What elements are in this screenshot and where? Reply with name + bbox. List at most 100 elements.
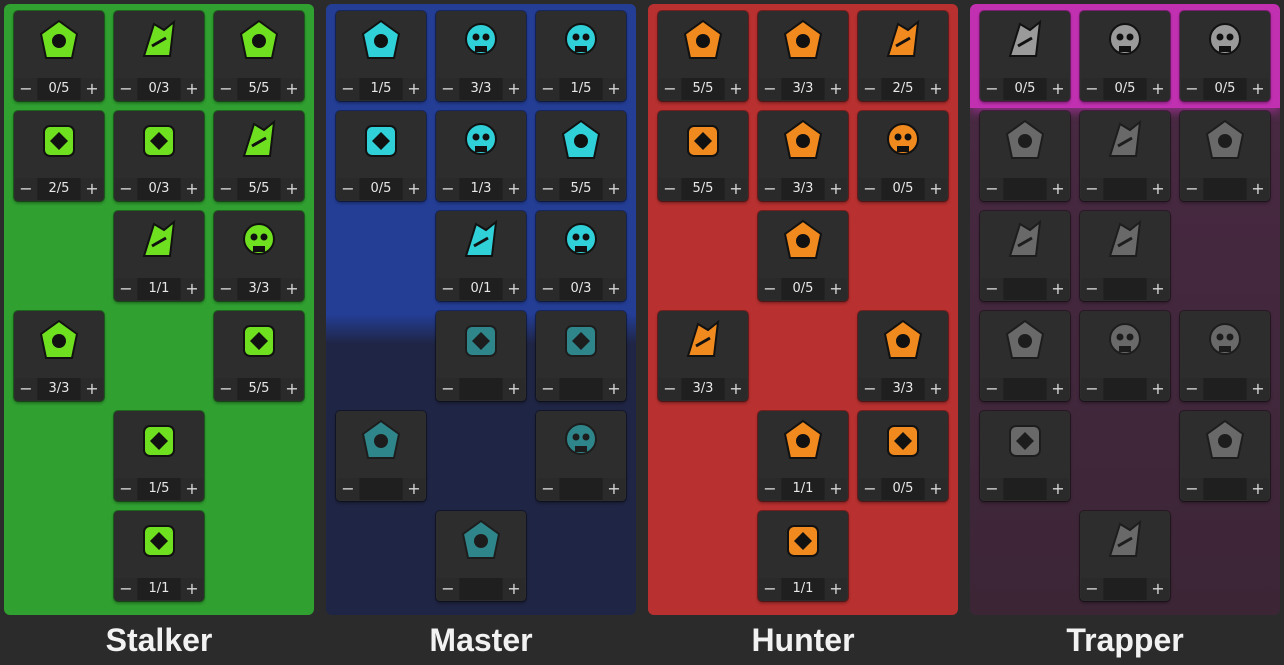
decrease-button[interactable]: − xyxy=(659,78,681,100)
decrease-button[interactable]: − xyxy=(115,478,137,500)
increase-button[interactable]: + xyxy=(925,178,947,200)
increase-button[interactable]: + xyxy=(603,378,625,400)
decrease-button[interactable]: − xyxy=(981,278,1003,300)
increase-button[interactable]: + xyxy=(81,78,103,100)
increase-button[interactable]: + xyxy=(403,478,425,500)
increase-button[interactable]: + xyxy=(1047,378,1069,400)
increase-button[interactable]: + xyxy=(1047,78,1069,100)
increase-button[interactable]: + xyxy=(603,478,625,500)
increase-button[interactable]: + xyxy=(1247,78,1269,100)
decrease-button[interactable]: − xyxy=(537,78,559,100)
increase-button[interactable]: + xyxy=(181,178,203,200)
decrease-button[interactable]: − xyxy=(1081,178,1103,200)
decrease-button[interactable]: − xyxy=(981,378,1003,400)
increase-button[interactable]: + xyxy=(725,178,747,200)
decrease-button[interactable]: − xyxy=(981,478,1003,500)
increase-button[interactable]: + xyxy=(181,478,203,500)
decrease-button[interactable]: − xyxy=(1181,378,1203,400)
decrease-button[interactable]: − xyxy=(437,178,459,200)
increase-button[interactable]: + xyxy=(725,378,747,400)
increase-button[interactable]: + xyxy=(603,78,625,100)
increase-button[interactable]: + xyxy=(1147,378,1169,400)
increase-button[interactable]: + xyxy=(1147,578,1169,600)
increase-button[interactable]: + xyxy=(825,178,847,200)
increase-button[interactable]: + xyxy=(403,78,425,100)
increase-button[interactable]: + xyxy=(925,378,947,400)
increase-button[interactable]: + xyxy=(925,78,947,100)
increase-button[interactable]: + xyxy=(81,378,103,400)
decrease-button[interactable]: − xyxy=(437,278,459,300)
increase-button[interactable]: + xyxy=(503,78,525,100)
decrease-button[interactable]: − xyxy=(1181,78,1203,100)
increase-button[interactable]: + xyxy=(825,478,847,500)
increase-button[interactable]: + xyxy=(1247,478,1269,500)
increase-button[interactable]: + xyxy=(181,78,203,100)
increase-button[interactable]: + xyxy=(1147,78,1169,100)
increase-button[interactable]: + xyxy=(181,278,203,300)
increase-button[interactable]: + xyxy=(825,578,847,600)
decrease-button[interactable]: − xyxy=(537,378,559,400)
decrease-button[interactable]: − xyxy=(859,378,881,400)
decrease-button[interactable]: − xyxy=(215,178,237,200)
decrease-button[interactable]: − xyxy=(859,78,881,100)
decrease-button[interactable]: − xyxy=(15,178,37,200)
decrease-button[interactable]: − xyxy=(115,278,137,300)
decrease-button[interactable]: − xyxy=(759,478,781,500)
decrease-button[interactable]: − xyxy=(437,378,459,400)
decrease-button[interactable]: − xyxy=(859,178,881,200)
decrease-button[interactable]: − xyxy=(759,578,781,600)
increase-button[interactable]: + xyxy=(281,378,303,400)
increase-button[interactable]: + xyxy=(603,178,625,200)
decrease-button[interactable]: − xyxy=(115,78,137,100)
decrease-button[interactable]: − xyxy=(337,178,359,200)
decrease-button[interactable]: − xyxy=(1181,178,1203,200)
decrease-button[interactable]: − xyxy=(759,78,781,100)
increase-button[interactable]: + xyxy=(181,578,203,600)
decrease-button[interactable]: − xyxy=(1081,578,1103,600)
increase-button[interactable]: + xyxy=(503,278,525,300)
increase-button[interactable]: + xyxy=(1047,178,1069,200)
decrease-button[interactable]: − xyxy=(337,478,359,500)
increase-button[interactable]: + xyxy=(281,78,303,100)
increase-button[interactable]: + xyxy=(81,178,103,200)
decrease-button[interactable]: − xyxy=(437,78,459,100)
increase-button[interactable]: + xyxy=(1147,178,1169,200)
increase-button[interactable]: + xyxy=(1247,378,1269,400)
decrease-button[interactable]: − xyxy=(1081,78,1103,100)
increase-button[interactable]: + xyxy=(503,578,525,600)
decrease-button[interactable]: − xyxy=(537,478,559,500)
increase-button[interactable]: + xyxy=(1247,178,1269,200)
increase-button[interactable]: + xyxy=(1047,278,1069,300)
increase-button[interactable]: + xyxy=(403,178,425,200)
decrease-button[interactable]: − xyxy=(215,78,237,100)
decrease-button[interactable]: − xyxy=(437,578,459,600)
decrease-button[interactable]: − xyxy=(15,378,37,400)
decrease-button[interactable]: − xyxy=(537,278,559,300)
increase-button[interactable]: + xyxy=(503,378,525,400)
decrease-button[interactable]: − xyxy=(115,178,137,200)
increase-button[interactable]: + xyxy=(603,278,625,300)
decrease-button[interactable]: − xyxy=(115,578,137,600)
decrease-button[interactable]: − xyxy=(1081,278,1103,300)
increase-button[interactable]: + xyxy=(281,278,303,300)
decrease-button[interactable]: − xyxy=(981,78,1003,100)
increase-button[interactable]: + xyxy=(1147,278,1169,300)
increase-button[interactable]: + xyxy=(503,178,525,200)
decrease-button[interactable]: − xyxy=(1181,478,1203,500)
decrease-button[interactable]: − xyxy=(859,478,881,500)
increase-button[interactable]: + xyxy=(925,478,947,500)
decrease-button[interactable]: − xyxy=(659,178,681,200)
increase-button[interactable]: + xyxy=(825,78,847,100)
decrease-button[interactable]: − xyxy=(659,378,681,400)
decrease-button[interactable]: − xyxy=(1081,378,1103,400)
increase-button[interactable]: + xyxy=(725,78,747,100)
decrease-button[interactable]: − xyxy=(537,178,559,200)
increase-button[interactable]: + xyxy=(281,178,303,200)
decrease-button[interactable]: − xyxy=(337,78,359,100)
decrease-button[interactable]: − xyxy=(981,178,1003,200)
decrease-button[interactable]: − xyxy=(759,178,781,200)
decrease-button[interactable]: − xyxy=(759,278,781,300)
decrease-button[interactable]: − xyxy=(215,378,237,400)
increase-button[interactable]: + xyxy=(1047,478,1069,500)
increase-button[interactable]: + xyxy=(825,278,847,300)
